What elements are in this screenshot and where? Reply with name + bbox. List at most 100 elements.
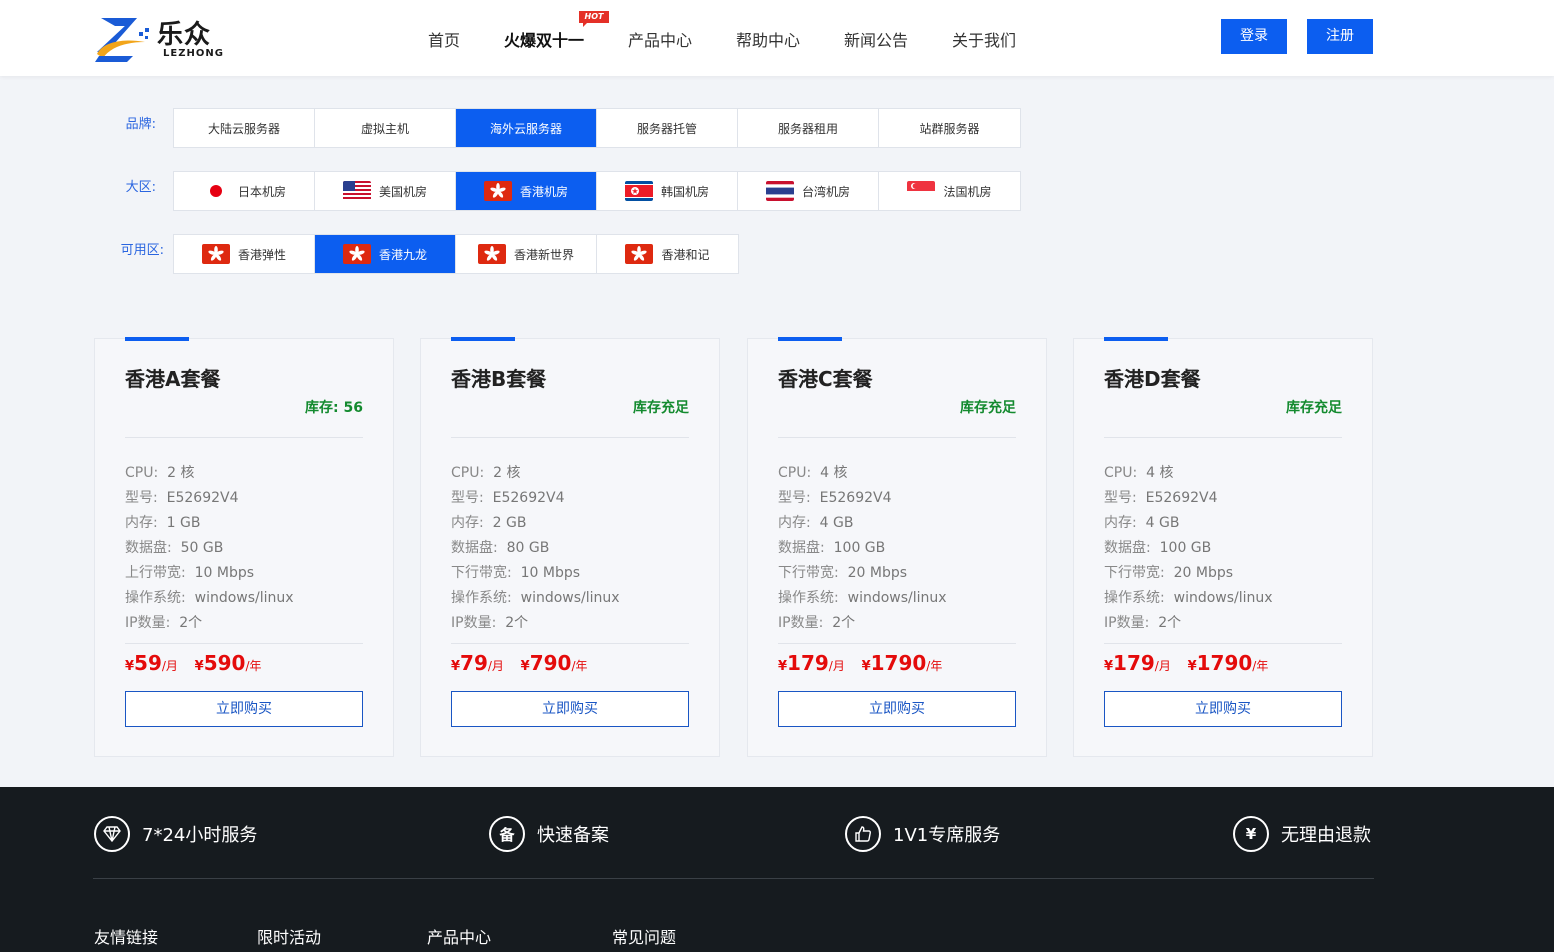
plan-title: 香港B套餐: [451, 367, 547, 391]
spec-key: 内存:: [451, 515, 484, 531]
spec-value: 2 核: [167, 465, 195, 481]
buy-now-button[interactable]: 立即购买: [778, 691, 1016, 727]
divider: [1104, 643, 1342, 644]
spec-key: 型号:: [451, 490, 484, 506]
spec-value: 2个: [832, 615, 856, 631]
plan-title: 香港C套餐: [778, 367, 873, 391]
brand-option[interactable]: 大陆云服务器: [174, 109, 315, 147]
currency: ¥: [778, 659, 788, 674]
zone-option[interactable]: 香港新世界: [456, 235, 597, 273]
monthly-price: 59: [134, 651, 162, 675]
nav-about[interactable]: 关于我们: [952, 27, 1016, 51]
hongkong-flag-icon: [201, 244, 230, 264]
monthly-unit: /月: [487, 659, 504, 673]
footer-link-promo[interactable]: 限时活动: [257, 924, 321, 948]
brand-option[interactable]: 虚拟主机: [315, 109, 456, 147]
plan-card-a: 香港A套餐 库存: 56 CPU: 2 核 型号: E52692V4 内存: 1…: [94, 337, 394, 757]
yearly-unit: /年: [245, 659, 262, 673]
logo[interactable]: 乐众 LEZHONG: [93, 12, 233, 64]
spec-os: 操作系统: windows/linux: [451, 587, 620, 607]
monthly-price: 179: [1113, 651, 1155, 675]
spec-value: E52692V4: [819, 490, 892, 506]
zone-label: 可用区:: [120, 243, 164, 258]
feature-text: 无理由退款: [1281, 825, 1371, 846]
spec-value: 10 Mbps: [194, 565, 255, 581]
region-option-hongkong[interactable]: 香港机房: [456, 172, 597, 210]
buy-now-button[interactable]: 立即购买: [451, 691, 689, 727]
nav-news[interactable]: 新闻公告: [844, 27, 908, 51]
footer-link-faq[interactable]: 常见问题: [612, 924, 676, 948]
region-option-france[interactable]: 法国机房: [879, 172, 1020, 210]
spec-key: 上行带宽:: [125, 565, 186, 581]
zone-option-active[interactable]: 香港九龙: [315, 235, 456, 273]
region-option-japan[interactable]: 日本机房: [174, 172, 315, 210]
spec-ip: IP数量: 2个: [1104, 612, 1181, 632]
spec-value: 4 核: [820, 465, 848, 481]
yearly-price: 790: [529, 651, 572, 675]
spec-key: 内存:: [778, 515, 811, 531]
buy-now-button[interactable]: 立即购买: [1104, 691, 1342, 727]
card-accent-bar: [451, 337, 515, 341]
zone-option[interactable]: 香港和记: [597, 235, 738, 273]
region-option-label: 日本机房: [237, 184, 286, 199]
brand-option[interactable]: 站群服务器: [879, 109, 1020, 147]
spec-bandwidth: 上行带宽: 10 Mbps: [125, 562, 254, 582]
spec-key: CPU:: [1104, 465, 1138, 481]
spec-value: 4 GB: [1145, 515, 1180, 531]
spec-value: E52692V4: [166, 490, 239, 506]
divider: [778, 643, 1016, 644]
zone-option[interactable]: 香港弹性: [174, 235, 315, 273]
spec-os: 操作系统: windows/linux: [778, 587, 947, 607]
currency: ¥: [1187, 659, 1197, 674]
spec-key: 型号:: [125, 490, 158, 506]
brand-option[interactable]: 服务器托管: [597, 109, 738, 147]
card-accent-bar: [1104, 337, 1168, 341]
spec-value: 100 GB: [833, 540, 886, 556]
nav-help[interactable]: 帮助中心: [736, 27, 800, 51]
nav-home[interactable]: 首页: [428, 27, 460, 51]
brand-option[interactable]: 服务器租用: [738, 109, 879, 147]
spec-disk: 数据盘: 100 GB: [778, 537, 885, 557]
spec-disk: 数据盘: 50 GB: [125, 537, 223, 557]
region-option-taiwan[interactable]: 台湾机房: [738, 172, 879, 210]
yearly-price: 590: [203, 651, 246, 675]
buy-now-button[interactable]: 立即购买: [125, 691, 363, 727]
spec-key: CPU:: [125, 465, 159, 481]
spec-value: 1 GB: [166, 515, 201, 531]
spec-memory: 内存: 1 GB: [125, 512, 200, 532]
site-footer: 7*24小时服务 备 快速备案 1V1专席服务 ¥ 无理由退款 友情链接 限时活…: [0, 787, 1554, 952]
yearly-unit: /年: [1252, 659, 1269, 673]
region-option-usa[interactable]: 美国机房: [315, 172, 456, 210]
price: ¥179/月 ¥1790/年: [778, 651, 942, 675]
brand-filter: 大陆云服务器 虚拟主机 海外云服务器 服务器托管 服务器租用 站群服务器: [173, 108, 1021, 148]
zone-option-label: 香港弹性: [237, 247, 286, 262]
zone-filter: 香港弹性 香港九龙 香港新世界 香港和记: [173, 234, 739, 274]
footer-link-products[interactable]: 产品中心: [427, 924, 491, 948]
divider: [125, 643, 363, 644]
currency: ¥: [194, 659, 204, 674]
plan-title: 香港A套餐: [125, 367, 221, 391]
zone-option-label: 香港九龙: [378, 247, 427, 262]
yearly-unit: /年: [926, 659, 943, 673]
feature-record: 备 快速备案: [489, 816, 609, 852]
nav-double11[interactable]: 火爆双十一: [504, 27, 584, 51]
region-filter: 日本机房 美国机房 香港机房 韩国机房 台湾机房 法国机房: [173, 171, 1021, 211]
spec-model: 型号: E52692V4: [125, 487, 239, 507]
spec-value: 2 核: [493, 465, 521, 481]
login-button[interactable]: 登录: [1221, 19, 1287, 54]
logo-text: 乐众: [157, 20, 212, 50]
spec-key: 操作系统:: [1104, 590, 1165, 606]
footer-link-friends[interactable]: 友情链接: [94, 924, 158, 948]
spec-model: 型号: E52692V4: [778, 487, 892, 507]
spec-key: 型号:: [778, 490, 811, 506]
spec-value: 4 GB: [819, 515, 854, 531]
region-option-korea[interactable]: 韩国机房: [597, 172, 738, 210]
site-header: 乐众 LEZHONG 首页 火爆双十一 HOT 产品中心 帮助中心 新闻公告 关…: [0, 0, 1554, 76]
monthly-unit: /月: [828, 659, 845, 673]
spec-memory: 内存: 2 GB: [451, 512, 526, 532]
register-button[interactable]: 注册: [1307, 19, 1373, 54]
nav-products[interactable]: 产品中心: [628, 27, 692, 51]
taiwan-flag-icon: [765, 181, 794, 201]
currency: ¥: [451, 659, 461, 674]
brand-option-active[interactable]: 海外云服务器: [456, 109, 597, 147]
